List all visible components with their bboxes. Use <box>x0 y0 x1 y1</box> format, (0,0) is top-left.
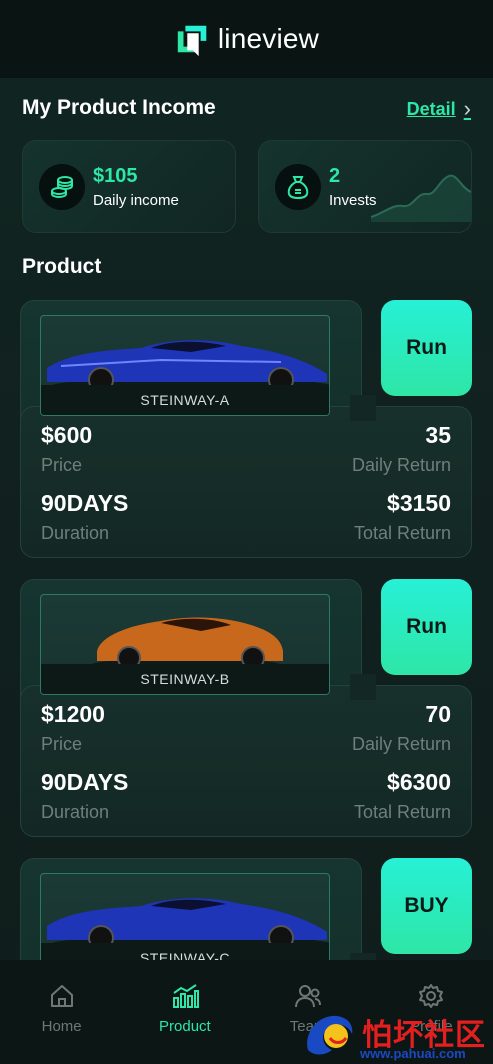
product-total-return: $6300 <box>387 769 451 795</box>
product-price: $1200 <box>41 701 105 727</box>
trend-wave-decoration <box>371 174 471 222</box>
product-daily-return: 35 <box>425 422 451 448</box>
detail-link[interactable]: Detail › <box>407 98 471 120</box>
run-button[interactable]: Run <box>381 579 472 675</box>
run-button[interactable]: Run <box>381 300 472 396</box>
coins-stack-icon <box>39 163 85 210</box>
app-header: lineview <box>0 0 493 78</box>
nav-item-home[interactable]: Home <box>7 982 117 1035</box>
product-image: STEINWAY-B <box>40 594 330 695</box>
app-root: lineview My Product Income Detail › $105… <box>0 0 493 1064</box>
product-card-notch <box>350 674 376 700</box>
product-duration: 90DAYS <box>41 769 129 795</box>
product-duration-label: Duration <box>41 802 110 822</box>
bar-chart-icon <box>172 984 199 1008</box>
product-image: STEINWAY-C <box>40 873 330 974</box>
daily-income-card: $105 Daily income <box>22 140 236 233</box>
product-name: STEINWAY-B <box>41 664 329 694</box>
product-card-notch <box>350 395 376 421</box>
logo-text: lineview <box>217 23 320 54</box>
product-daily-return-label: Daily Return <box>351 455 451 475</box>
chevron-right-icon: › <box>463 96 471 121</box>
product-daily-return: 70 <box>425 701 451 727</box>
invests-value: 2 <box>329 164 341 187</box>
product-price: $600 <box>41 422 93 448</box>
team-icon <box>295 985 322 1008</box>
product-section-title: Product <box>22 255 102 278</box>
nav-label-home: Home <box>41 1018 82 1035</box>
invests-card: 2 Invests <box>258 140 472 233</box>
buy-button[interactable]: BUY <box>381 858 472 954</box>
nav-item-product[interactable]: Product <box>130 982 240 1035</box>
invests-label: Invests <box>329 191 377 209</box>
product-price-label: Price <box>41 455 83 475</box>
nav-label-product: Product <box>159 1018 211 1035</box>
product-duration-label: Duration <box>41 523 110 543</box>
home-icon <box>50 985 73 1007</box>
daily-income-value: $105 <box>93 164 138 187</box>
watermark-logo-icon <box>307 1015 353 1055</box>
detail-link-label: Detail <box>406 98 456 119</box>
product-total-return: $3150 <box>387 490 451 516</box>
money-bag-icon <box>275 163 321 210</box>
site-watermark: 怕坏社区 www.pahuai.com <box>300 1008 493 1064</box>
product-card: STEINWAY-B Run $1200 Price 70 Daily Retu… <box>20 579 472 837</box>
income-section-title: My Product Income <box>22 96 216 119</box>
product-image: STEINWAY-A <box>40 315 330 416</box>
product-price-label: Price <box>41 734 83 754</box>
product-total-return-label: Total Return <box>353 802 451 822</box>
gear-icon <box>419 984 444 1008</box>
product-card: STEINWAY-A Run $600 Price 35 Daily Retur… <box>20 300 472 558</box>
product-daily-return-label: Daily Return <box>351 734 451 754</box>
product-total-return-label: Total Return <box>353 523 451 543</box>
lineview-logo-icon <box>177 25 207 57</box>
daily-income-label: Daily income <box>93 191 179 209</box>
product-duration: 90DAYS <box>41 490 129 516</box>
watermark-url: www.pahuai.com <box>360 1046 466 1061</box>
logo: lineview <box>174 20 319 58</box>
product-name: STEINWAY-A <box>41 385 329 415</box>
